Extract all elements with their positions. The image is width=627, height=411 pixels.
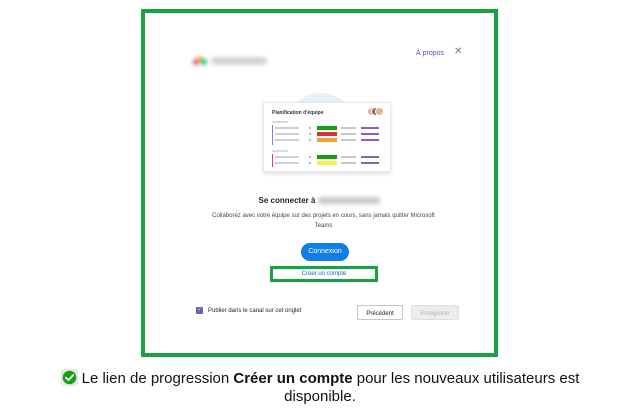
avatar-group [367,107,384,116]
group-label [272,150,288,152]
caption: Le lien de progression Créer un compte p… [40,369,600,406]
about-link[interactable]: À propos [416,50,444,57]
connect-description: Collaborez avec votre équipe sur des pro… [212,213,435,229]
avatar [375,107,384,116]
save-button[interactable]: Enregistrer [411,305,459,320]
publish-checkbox-label: Publier dans le canal sur cet onglet [208,308,302,314]
publish-checkbox[interactable]: ✓ [196,307,203,314]
group-indicator [272,125,273,145]
app-name-blurred [318,197,381,205]
card-title: Planification d'équipe [272,110,324,116]
logo-mark [193,55,207,67]
previous-button[interactable]: Précédent [357,305,403,320]
close-icon[interactable]: ✕ [454,47,462,57]
team-planning-illustration: Planification d'équipe [263,102,391,172]
connect-heading-text: Se connecter à [258,196,316,205]
logo-text-blurred [211,57,267,65]
app-logo [193,55,269,67]
connexion-button[interactable]: Connexion [301,243,349,261]
create-account-link[interactable]: Créer un compte [273,269,375,279]
check-circle-icon [60,369,78,386]
group-indicator [272,154,273,167]
checkmark-icon: ✓ [197,307,202,313]
group-label [272,121,288,123]
caption-bold: Créer un compte [233,370,353,387]
create-account-highlight: Créer un compte [270,266,378,282]
caption-prefix: Le lien de progression [81,370,234,387]
highlight-frame: À propos ✕ Planification d'équipe Se con… [141,9,498,357]
connect-heading: Se connecter à [145,196,494,205]
